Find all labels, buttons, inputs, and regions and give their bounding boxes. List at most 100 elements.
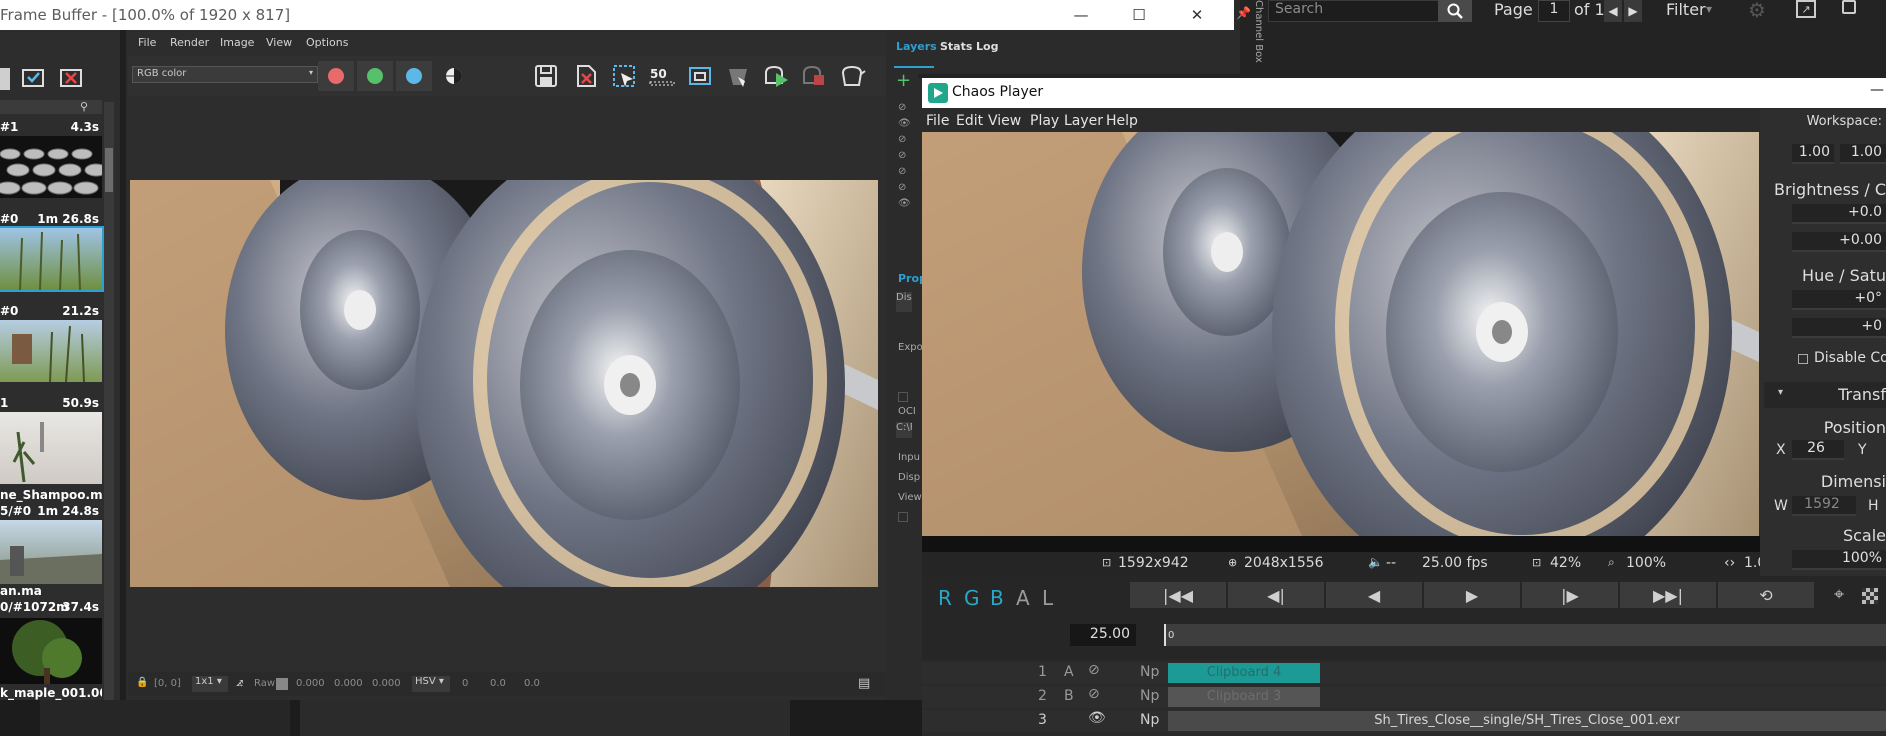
channel-r-toggle[interactable]: R (938, 586, 952, 610)
history-search-bar[interactable]: ⚲ (0, 100, 102, 114)
disable-color-checkbox[interactable] (1798, 354, 1808, 364)
stop-render-icon[interactable] (798, 60, 830, 92)
loop-button[interactable]: ⟲ (1718, 582, 1814, 608)
history-delete-icon[interactable] (58, 66, 84, 90)
history-tool-icon[interactable] (0, 68, 10, 90)
search-button[interactable] (1438, 0, 1472, 22)
brightness-field[interactable]: +0.0 (1792, 204, 1886, 224)
player-viewport-image[interactable] (922, 132, 1759, 536)
add-layer-icon[interactable]: + (896, 70, 911, 91)
layer-row[interactable]: 1 A ⊘ Np Clipboard 4 (922, 662, 1886, 684)
playhead[interactable] (1164, 624, 1166, 646)
play-backward-button[interactable]: ◀ (1326, 582, 1422, 608)
zoom-percent[interactable]: 42% (1550, 555, 1581, 571)
checkbox[interactable] (1842, 0, 1856, 14)
blue-channel-button[interactable] (396, 61, 432, 91)
layer-clip[interactable]: Sh_Tires_Close__single/SH_Tires_Close_00… (1168, 711, 1886, 731)
alpha-channel-icon[interactable] (440, 62, 468, 90)
clear-image-icon[interactable] (570, 60, 602, 92)
eye-hidden-icon[interactable]: ⊘ (1088, 686, 1100, 702)
menu-options[interactable]: Options (306, 36, 348, 49)
speaker-icon[interactable]: 🔈 (1368, 555, 1383, 569)
layer-row[interactable]: 2 B ⊘ Np Clipboard 3 (922, 686, 1886, 708)
start-interactive-render-icon[interactable] (760, 60, 792, 92)
channel-select[interactable]: RGB color ▾ (132, 66, 318, 83)
fps-value[interactable]: 25.00 fps (1422, 555, 1488, 571)
contrast-field[interactable]: +0.00 (1792, 232, 1886, 252)
history-thumb[interactable] (0, 618, 102, 684)
history-item-label[interactable]: ne_Shampoo.ma (0, 488, 102, 504)
next-page-button[interactable]: ▶ (1624, 0, 1642, 22)
menu-play[interactable]: Play (1030, 113, 1059, 129)
history-item-label[interactable]: 1 50.9s (0, 396, 102, 412)
layer-clip[interactable]: Clipboard 4 (1168, 663, 1320, 683)
track-mouse-icon[interactable] (684, 60, 716, 92)
play-forward-button[interactable]: ▶ (1424, 582, 1520, 608)
history-thumb[interactable] (0, 520, 102, 584)
external-link-icon[interactable]: ↗ (1796, 0, 1816, 18)
width-field[interactable]: 1592 (1792, 496, 1856, 516)
scale-field[interactable]: 100% (1792, 550, 1886, 570)
close-button[interactable]: ✕ (1168, 0, 1226, 30)
workspace-value-1[interactable]: 1.00 (1792, 144, 1834, 164)
prev-page-button[interactable]: ◀ (1604, 0, 1622, 22)
history-item-label[interactable]: an.ma (0, 584, 102, 600)
history-item-label[interactable]: 5/#0 1m 24.8s (0, 504, 102, 520)
checker-background-icon[interactable] (1862, 588, 1878, 604)
display-field[interactable]: Disp (896, 292, 912, 312)
menu-file[interactable]: File (138, 36, 156, 49)
step-forward-button[interactable]: |▶ (1522, 582, 1618, 608)
checkbox[interactable] (898, 512, 908, 522)
layer-visibility-icons[interactable]: ⊘ 👁 ⊘ ⊘ ⊘ ⊘ 👁 (898, 100, 911, 212)
history-thumb[interactable] (0, 412, 102, 484)
menu-layer[interactable]: Layer (1064, 113, 1103, 129)
panel-toggle-icon[interactable]: ▤ (858, 676, 870, 691)
crosshair-icon[interactable]: ⌖ (1834, 584, 1844, 605)
minimize-button[interactable]: — (1052, 0, 1110, 30)
history-item-label[interactable]: #0 1m 26.8s (0, 212, 102, 228)
ocio-path-field[interactable]: C:\P (896, 422, 912, 438)
lock-icon[interactable]: 🔒 (136, 677, 148, 688)
region-render-icon[interactable] (608, 60, 640, 92)
vfb-render-image[interactable] (130, 180, 878, 587)
save-image-icon[interactable] (530, 60, 562, 92)
current-frame-field[interactable]: 25.00 (1070, 624, 1136, 646)
menu-edit[interactable]: Edit (956, 113, 983, 129)
color-picker-icon[interactable]: ⦨ (236, 675, 243, 690)
menu-render[interactable]: Render (170, 36, 209, 49)
workspace-value-2[interactable]: 1.00 (1840, 144, 1886, 164)
eye-hidden-icon[interactable]: ⊘ (1088, 662, 1100, 678)
render-teapot-icon[interactable] (836, 60, 868, 92)
history-thumb[interactable] (0, 320, 102, 382)
red-channel-button[interactable] (318, 61, 354, 91)
history-thumb-selected[interactable] (0, 226, 104, 292)
tab-stats[interactable]: Stats (940, 40, 972, 53)
filter-dropdown[interactable]: Filter (1666, 0, 1706, 19)
history-item-label[interactable]: 0/#1072m 37.4s (0, 600, 102, 616)
layer-clip[interactable]: Clipboard 3 (1168, 687, 1320, 707)
timeline-scrubber[interactable]: 0 (1164, 624, 1886, 646)
saturation-field[interactable]: +0 (1792, 318, 1886, 338)
transform-section-header[interactable]: ▾ Transf (1764, 382, 1886, 408)
page-input[interactable]: 1 (1538, 0, 1570, 22)
checkbox[interactable] (898, 392, 908, 402)
eye-icon[interactable]: 👁 (1088, 710, 1106, 726)
menu-help[interactable]: Help (1106, 113, 1138, 129)
history-save-icon[interactable] (20, 66, 46, 90)
pin-icon[interactable]: 📌 (1236, 6, 1251, 20)
history-item-label[interactable]: #1 4.3s (0, 120, 102, 136)
layer-row[interactable]: 3 👁 Np Sh_Tires_Close__single/SH_Tires_C… (922, 710, 1886, 732)
lens-effects-icon[interactable] (722, 60, 754, 92)
menu-image[interactable]: Image (220, 36, 254, 49)
channel-a-toggle[interactable]: A (1016, 586, 1030, 610)
menu-file[interactable]: File (926, 113, 949, 129)
hue-field[interactable]: +0° (1792, 290, 1886, 310)
gear-icon[interactable]: ⚙ (1748, 0, 1766, 22)
zoom-50-icon[interactable]: 50 (646, 60, 678, 92)
pixel-zoom-percent[interactable]: 100% (1626, 555, 1666, 571)
sample-size-select[interactable]: 1x1 ▾ (192, 676, 228, 692)
position-x-field[interactable]: 26 (1792, 440, 1844, 460)
tab-log[interactable]: Log (976, 40, 998, 53)
maximize-button[interactable]: ☐ (1110, 0, 1168, 30)
history-item-label[interactable]: #0 21.2s (0, 304, 102, 320)
